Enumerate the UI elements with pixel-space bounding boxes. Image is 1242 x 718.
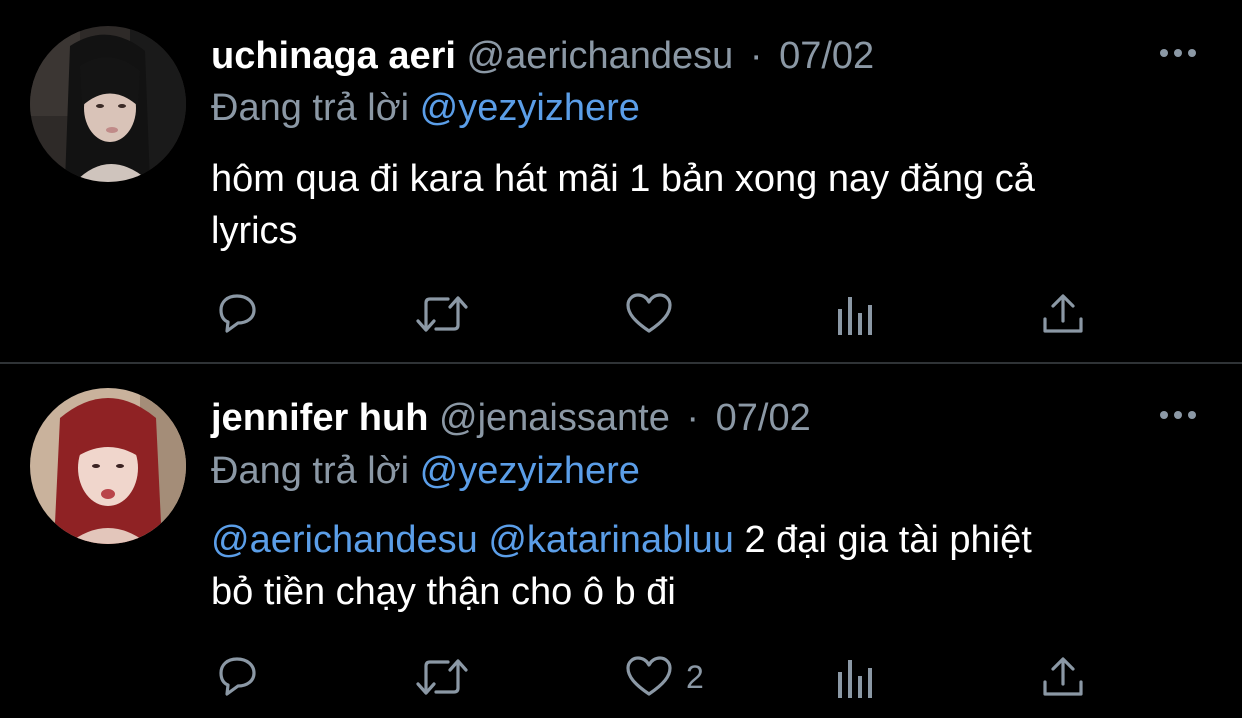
heart-icon	[626, 293, 672, 333]
tweet[interactable]: jennifer huh @jenaissante · 07/02 Đang t…	[0, 364, 1242, 718]
heart-icon	[626, 656, 672, 696]
display-name[interactable]: uchinaga aeri	[211, 35, 456, 77]
like-button[interactable]	[624, 284, 686, 344]
reply-button[interactable]	[212, 647, 262, 707]
retweet-icon	[416, 659, 468, 695]
like-button[interactable]: 2	[624, 647, 704, 707]
reply-to-mention[interactable]: @yezyizhere	[420, 87, 640, 129]
tweet-header: jennifer huh @jenaissante · 07/02	[211, 393, 811, 443]
tweet-text-line: lyrics	[211, 210, 298, 252]
avatar[interactable]	[30, 26, 186, 182]
tweet-header: uchinaga aeri @aerichandesu · 07/02	[211, 31, 874, 81]
tweet-text-line: hôm qua đi kara hát mãi 1 bản xong nay đ…	[211, 158, 1035, 200]
display-name[interactable]: jennifer huh	[211, 397, 428, 439]
more-horizontal-icon	[1160, 49, 1196, 57]
retweet-button[interactable]	[412, 284, 472, 344]
bar-chart-icon	[838, 297, 872, 335]
tweet-actions: 2	[0, 647, 1242, 707]
replying-to: Đang trả lời @yezyizhere	[211, 446, 640, 496]
tweet-text-line: @aerichandesu @katarinabluu 2 đại gia tà…	[211, 514, 1211, 566]
tweet[interactable]: uchinaga aeri @aerichandesu · 07/02 Đang…	[0, 0, 1242, 362]
replying-to: Đang trả lời @yezyizhere	[211, 83, 640, 133]
retweet-button[interactable]	[412, 647, 472, 707]
more-options-button[interactable]	[1158, 405, 1198, 425]
user-handle[interactable]: @aerichandesu	[467, 35, 734, 77]
tweet-date[interactable]: 07/02	[716, 397, 811, 439]
share-button[interactable]	[1038, 647, 1088, 707]
body-mention[interactable]: @aerichandesu	[211, 519, 478, 561]
reply-prefix: Đang trả lời	[211, 87, 410, 129]
reply-prefix: Đang trả lời	[211, 450, 410, 492]
reply-bubble-icon	[219, 657, 256, 696]
share-upload-icon	[1043, 294, 1083, 333]
avatar[interactable]	[30, 388, 186, 544]
bar-chart-icon	[838, 660, 872, 698]
tweet-text-fragment: 2 đại gia tài phiệt	[744, 519, 1032, 561]
more-horizontal-icon	[1160, 411, 1196, 419]
share-button[interactable]	[1038, 284, 1088, 344]
separator-dot: ·	[749, 35, 763, 77]
share-upload-icon	[1043, 657, 1083, 696]
separator-dot: ·	[686, 397, 700, 439]
more-options-button[interactable]	[1158, 43, 1198, 63]
reply-button[interactable]	[212, 284, 262, 344]
tweet-actions	[0, 284, 1242, 344]
like-count: 2	[686, 658, 704, 695]
tweet-text: @aerichandesu @katarinabluu 2 đại gia tà…	[211, 514, 1211, 618]
body-mention[interactable]: @katarinabluu	[488, 519, 734, 561]
views-button[interactable]	[832, 284, 882, 344]
tweet-text: hôm qua đi kara hát mãi 1 bản xong nay đ…	[211, 153, 1211, 257]
user-handle[interactable]: @jenaissante	[439, 397, 670, 439]
reply-to-mention[interactable]: @yezyizhere	[420, 450, 640, 492]
tweet-date[interactable]: 07/02	[779, 35, 874, 77]
retweet-icon	[416, 296, 468, 332]
tweet-text-line: bỏ tiền chạy thận cho ô b đi	[211, 571, 676, 613]
reply-bubble-icon	[219, 294, 256, 333]
views-button[interactable]	[832, 647, 882, 707]
